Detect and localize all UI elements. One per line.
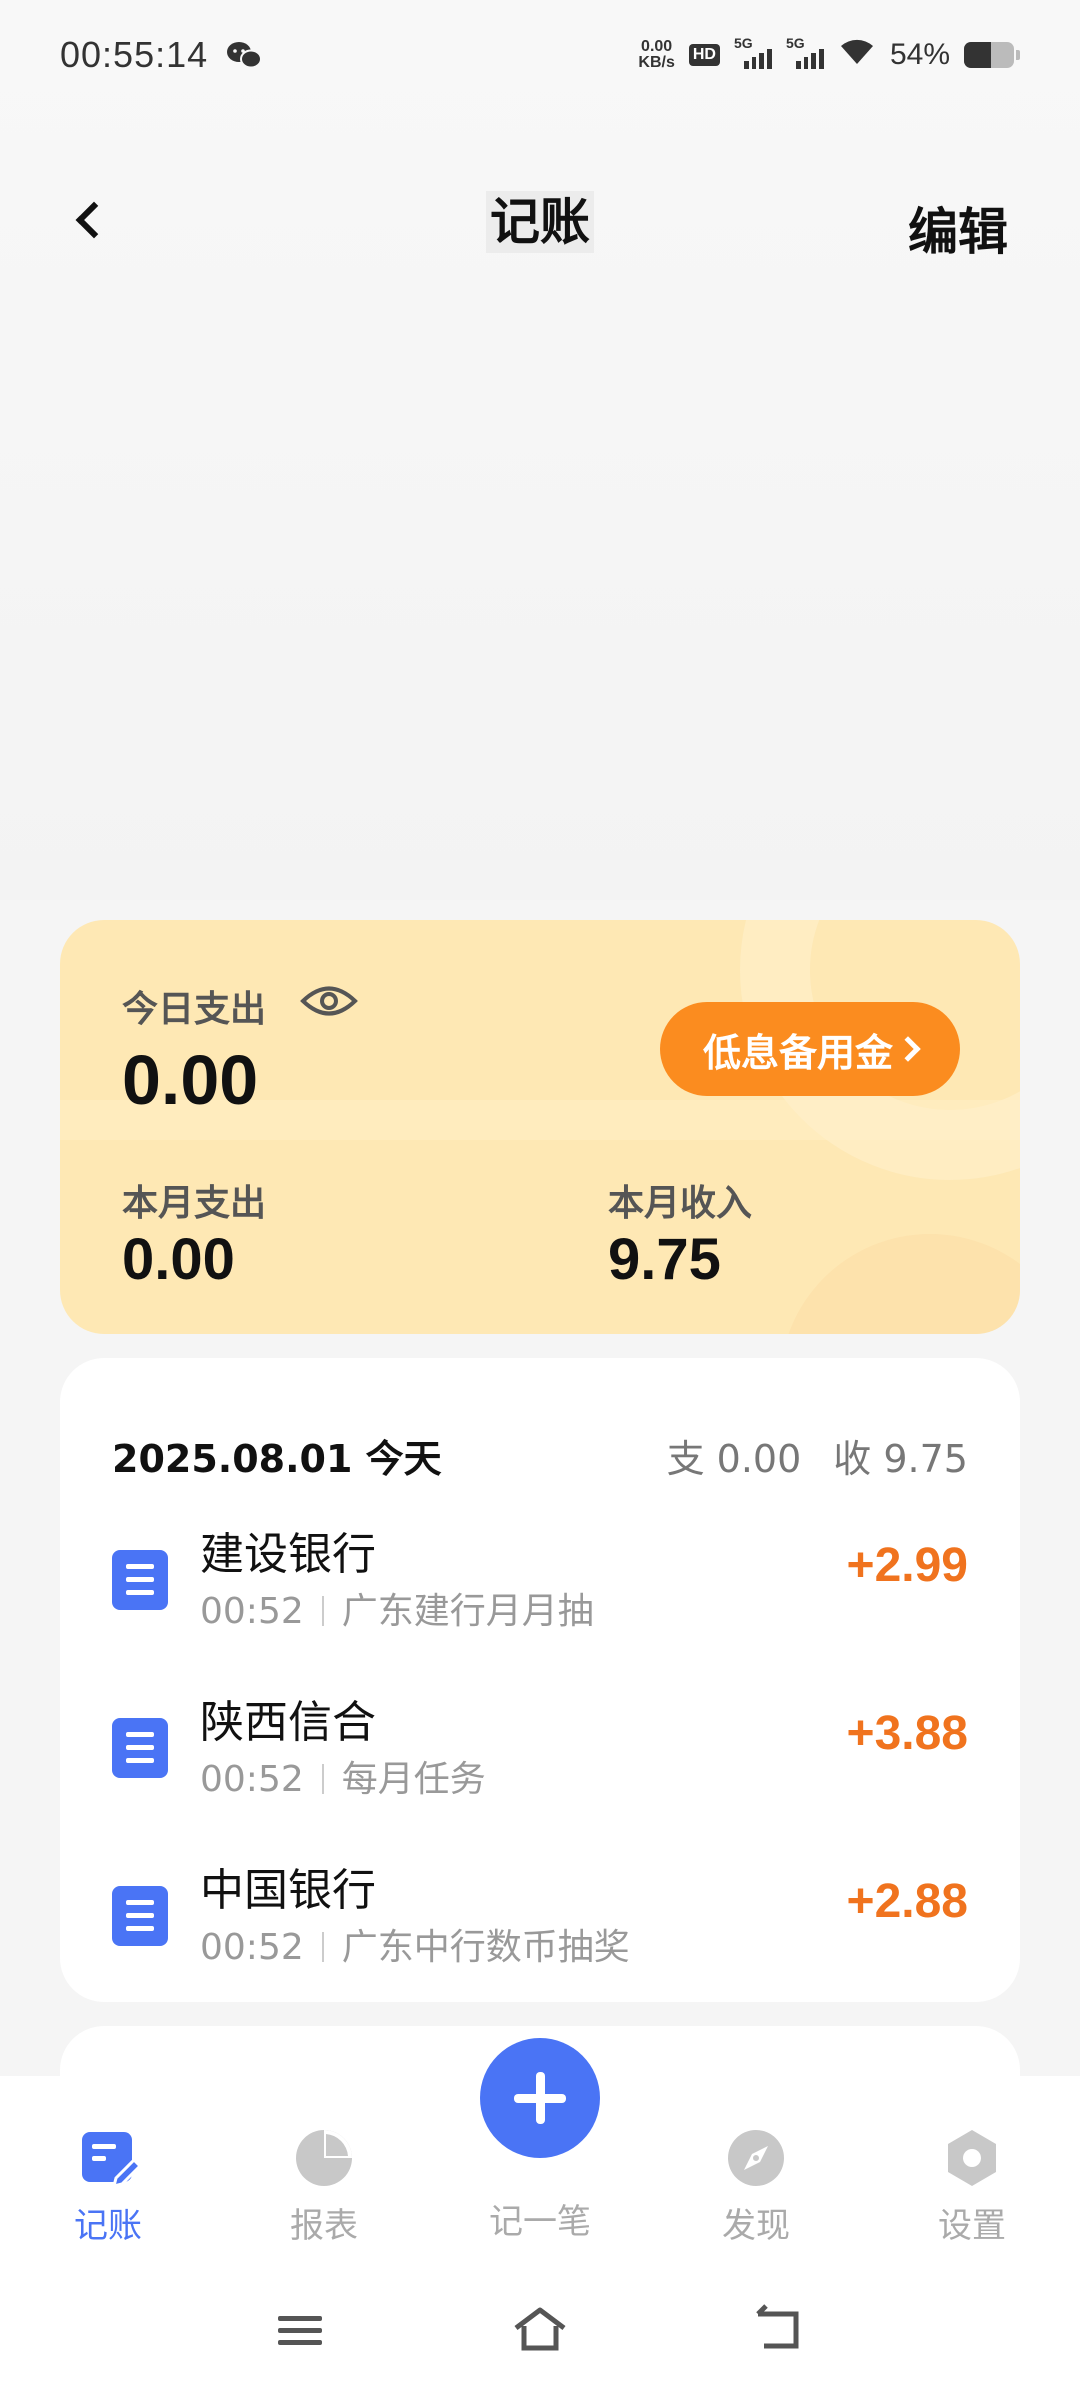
- loan-button[interactable]: 低息备用金: [660, 1002, 960, 1096]
- list-item[interactable]: 中国银行 00:52 广东中行数币抽奖 +2.88: [60, 1854, 1020, 1994]
- tab-discover-label: 发现: [722, 2206, 790, 2246]
- records-card: 2025.08.01 今天 支 0.00 收 9.75 建设银行 00:52 广东建…: [60, 1358, 1020, 2002]
- battery-icon: [964, 42, 1020, 68]
- status-bar: 00:55:14 0.00 KB/s HD 5G 5G 54%: [0, 0, 1080, 110]
- menu-icon: [278, 2316, 322, 2345]
- status-time: 00:55:14: [60, 34, 209, 75]
- home-icon: [514, 2307, 566, 2351]
- record-amount: +2.99: [846, 1539, 968, 1592]
- record-time: 00:52: [200, 1927, 304, 1968]
- speed-value: 0.00: [641, 38, 673, 55]
- tab-report[interactable]: 报表: [254, 2126, 394, 2247]
- document-icon: [112, 1886, 168, 1946]
- battery-percent: 54%: [889, 38, 950, 71]
- add-record-button[interactable]: [480, 2038, 600, 2158]
- chevron-right-icon: [895, 1036, 921, 1062]
- document-icon: [112, 1718, 168, 1778]
- day-income: 收 9.75: [833, 1437, 968, 1481]
- record-meta: 00:52 广东中行数币抽奖: [200, 1918, 630, 1970]
- tab-ledger-label: 记账: [74, 2206, 142, 2246]
- card-decoration-circle: [780, 1234, 1020, 1334]
- record-note: 广东中行数币抽奖: [341, 1927, 630, 1968]
- back-system-button[interactable]: [750, 2300, 810, 2360]
- wifi-icon: [838, 36, 876, 74]
- settings-hexagon-icon: [940, 2126, 1004, 2190]
- record-amount: +2.88: [846, 1875, 968, 1928]
- add-record-label: 记一笔: [489, 2202, 591, 2242]
- network-speed: 0.00 KB/s: [638, 39, 674, 71]
- sim2-label: 5G: [785, 35, 805, 51]
- record-time: 00:52: [200, 1759, 304, 1800]
- summary-card: 今日支出 0.00 低息备用金 本月支出 0.00 本月收入 9.75: [60, 920, 1020, 1334]
- day-summary: 支 0.00 收 9.75: [667, 1428, 968, 1483]
- status-indicators: 0.00 KB/s HD 5G 5G 54%: [638, 35, 1020, 74]
- month-income-label: 本月收入: [608, 1183, 753, 1224]
- tab-ledger[interactable]: 记账: [38, 2126, 178, 2247]
- loan-button-label: 低息备用金: [702, 1030, 893, 1075]
- record-note: 广东建行月月抽: [341, 1591, 594, 1632]
- compass-icon: [724, 2126, 788, 2190]
- ledger-icon: [76, 2126, 143, 2190]
- wechat-icon: [226, 40, 263, 70]
- tab-report-label: 报表: [290, 2206, 358, 2246]
- record-note: 每月任务: [341, 1759, 486, 1800]
- nav-bar: 记账 编辑: [0, 160, 1080, 280]
- today-expense-label: 今日支出: [122, 989, 267, 1030]
- today-expense-value: 0.00: [122, 1041, 259, 1119]
- record-time: 00:52: [200, 1591, 304, 1632]
- hd-badge: HD: [688, 44, 720, 66]
- day-expense: 支 0.00: [666, 1437, 802, 1481]
- eye-icon[interactable]: [300, 982, 358, 1020]
- record-name: 建设银行: [200, 1529, 376, 1580]
- month-expense-label: 本月支出: [122, 1183, 267, 1224]
- day-date: 2025.08.01 今天: [112, 1437, 442, 1481]
- month-income-value: 9.75: [608, 1227, 721, 1292]
- month-expense-value: 0.00: [122, 1227, 235, 1292]
- document-icon: [112, 1550, 168, 1610]
- signal-icon: 5G: [734, 35, 772, 69]
- list-item[interactable]: 陕西信合 00:52 每月任务 +3.88: [60, 1686, 1020, 1826]
- record-name: 陕西信合: [200, 1697, 376, 1748]
- record-amount: +3.88: [846, 1707, 968, 1760]
- sim1-label: 5G: [733, 35, 753, 51]
- record-name: 中国银行: [200, 1865, 376, 1916]
- page-title-text: 记账: [486, 191, 594, 253]
- tab-settings-label: 设置: [938, 2206, 1006, 2246]
- back-arrow-icon: [756, 2304, 799, 2349]
- edit-button[interactable]: 编辑: [908, 192, 1008, 264]
- pie-chart-icon: [292, 2126, 356, 2190]
- signal-icon-2: 5G: [786, 35, 824, 69]
- record-meta: 00:52 广东建行月月抽: [200, 1582, 594, 1634]
- list-item[interactable]: 建设银行 00:52 广东建行月月抽 +2.99: [60, 1518, 1020, 1658]
- tab-settings[interactable]: 设置: [902, 2126, 1042, 2247]
- system-nav-bar: [0, 2260, 1080, 2400]
- menu-button[interactable]: [270, 2300, 330, 2360]
- speed-unit: KB/s: [638, 54, 675, 71]
- background: [0, 0, 1080, 900]
- tab-discover[interactable]: 发现: [686, 2126, 826, 2247]
- home-button[interactable]: [510, 2300, 570, 2360]
- record-meta: 00:52 每月任务: [200, 1750, 486, 1802]
